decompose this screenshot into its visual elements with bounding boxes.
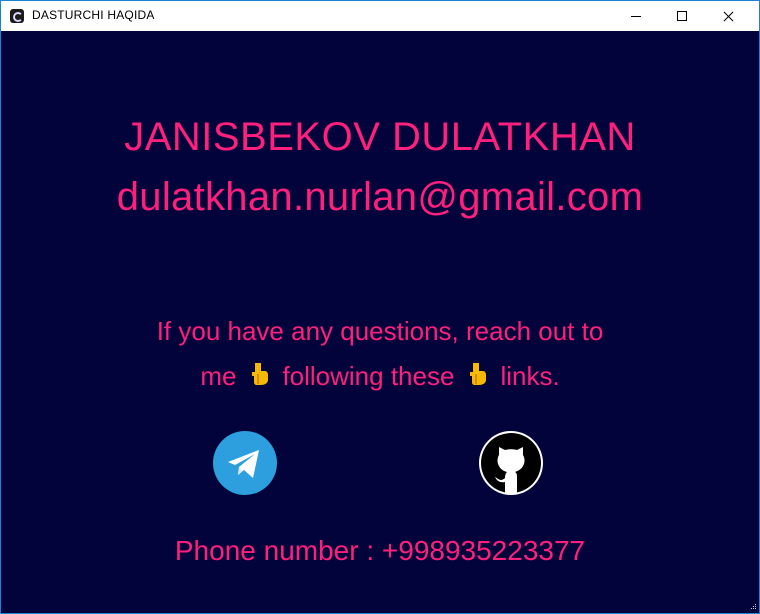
github-icon	[481, 433, 541, 493]
message-text-me: me	[200, 361, 237, 391]
pointing-down-hand-icon	[246, 356, 272, 385]
content-area: JANISBEKOV DULATKHAN dulatkhan.nurlan@gm…	[1, 31, 759, 613]
phone-number: Phone number : +998935223377	[174, 535, 586, 566]
developer-name: JANISBEKOV DULATKHAN	[124, 115, 636, 159]
message-line-2: me following these links.	[91, 354, 669, 399]
app-icon	[10, 9, 24, 23]
developer-email: dulatkhan.nurlan@gmail.com	[116, 175, 644, 219]
window-title: DASTURCHI HAQIDA	[32, 8, 155, 22]
title-bar[interactable]: DASTURCHI HAQIDA	[1, 1, 759, 31]
resize-grip[interactable]	[747, 601, 757, 611]
github-link[interactable]	[479, 431, 543, 495]
message-text-links: links.	[500, 361, 560, 391]
message-line-1: If you have any questions, reach out to	[156, 316, 604, 346]
telegram-icon	[228, 450, 259, 478]
about-window: DASTURCHI HAQIDA JANISBEKOV DULATKHAN du…	[0, 0, 760, 614]
pointing-down-hand-icon	[464, 356, 490, 385]
contact-message: If you have any questions, reach out to …	[91, 309, 669, 399]
telegram-link[interactable]	[213, 431, 277, 495]
maximize-button[interactable]	[659, 1, 705, 31]
close-button[interactable]	[705, 1, 751, 31]
message-text-following: following these	[282, 361, 455, 391]
minimize-button[interactable]	[613, 1, 659, 31]
